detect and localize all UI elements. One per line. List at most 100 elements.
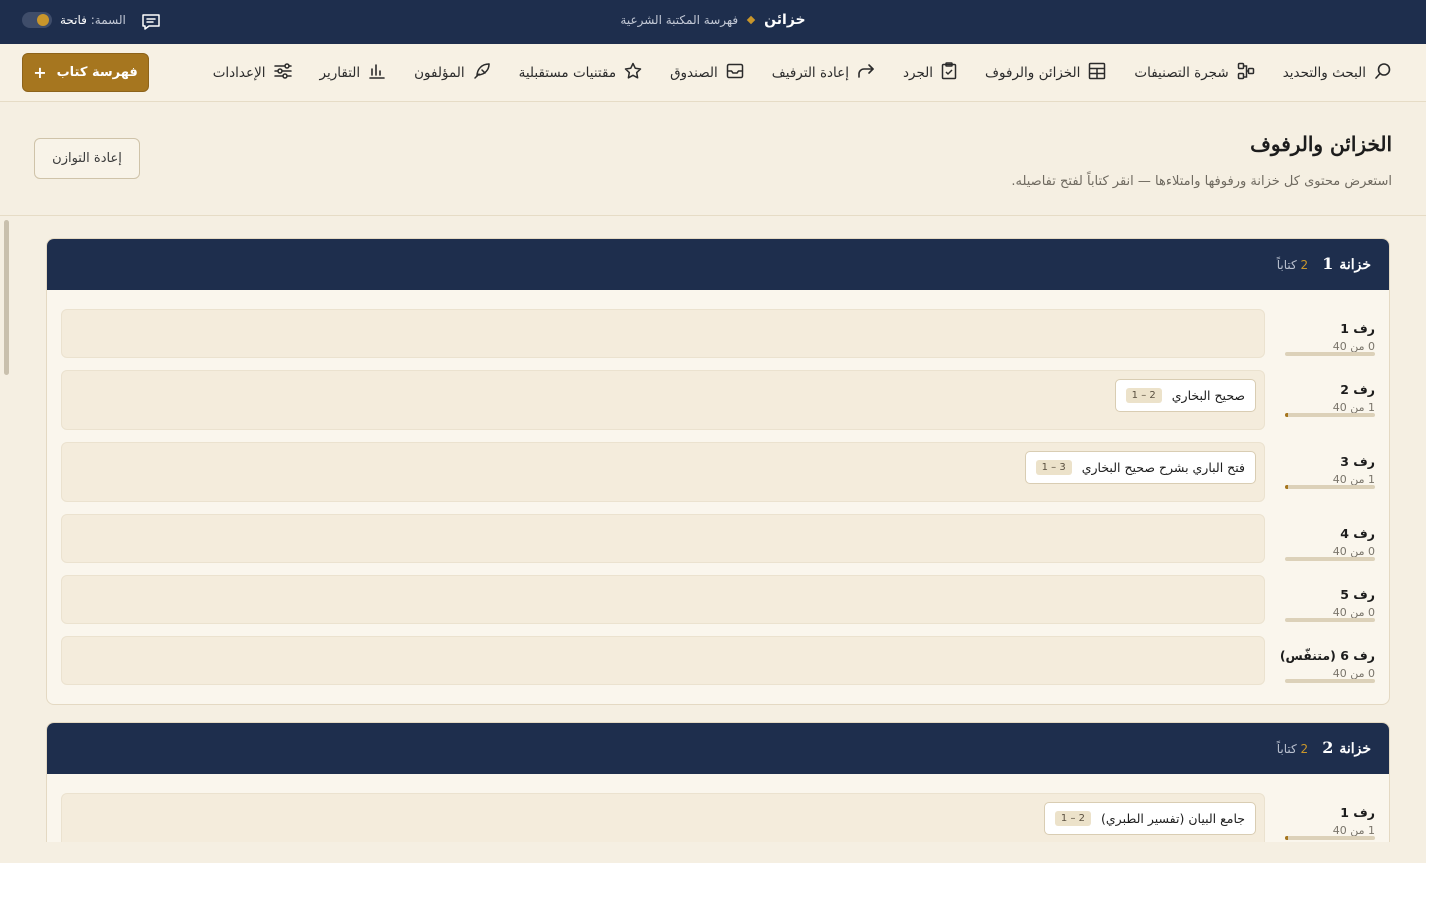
shelf-slot[interactable] (61, 575, 1265, 624)
sliders-icon (273, 63, 292, 83)
cabinet-label: خزانة (1339, 741, 1371, 757)
nav-item-search[interactable]: البحث والتحديد (1283, 62, 1392, 84)
app-title-group: خزائن فهرسة المكتبة الشرعية (0, 12, 1426, 28)
cabinet-header: خزانة 1 2 كتاباً (47, 239, 1389, 290)
shelf-row: صحيح البخاري 1 – 2 رف 2 1 من 40 (61, 370, 1375, 430)
shelf-fill (1285, 836, 1288, 840)
cabinet-label: خزانة (1339, 257, 1371, 273)
theme-value: فاتحة (60, 13, 87, 27)
app-name: خزائن (764, 12, 806, 28)
book-title: صحيح البخاري (1171, 388, 1245, 403)
feedback-icon[interactable] (141, 13, 161, 35)
shelf-fill-bar (1285, 413, 1375, 417)
shelf-row: جامع البيان (تفسير الطبري) 1 – 2 رف 1 1 … (61, 793, 1375, 842)
search-icon (1374, 62, 1392, 84)
cabinet-card: خزانة 1 2 كتاباً رف 1 0 من 40 صحيح البخا… (46, 238, 1390, 705)
shelf-info: رف 2 1 من 40 (1265, 382, 1375, 414)
cabinet-book-count: 2 كتاباً (1276, 742, 1309, 756)
mailbox-icon (726, 63, 744, 83)
app-subtitle: فهرسة المكتبة الشرعية (620, 13, 739, 27)
shelf-name: رف 5 (1340, 587, 1375, 602)
nav-item-label: مقتنيات مستقبلية (518, 65, 617, 81)
book-title: جامع البيان (تفسير الطبري) (1101, 811, 1245, 826)
nav-item-box[interactable]: الصندوق (670, 63, 744, 83)
scrollbar-thumb[interactable] (4, 220, 9, 375)
shelf-slot[interactable] (61, 514, 1265, 563)
nav-item-settings[interactable]: الإعدادات (213, 63, 292, 83)
theme-switch-group[interactable]: السمة: فاتحة (22, 12, 126, 28)
shelf-name: رف 6 (متنفّس) (1279, 648, 1375, 663)
shelf-slot[interactable] (61, 636, 1265, 685)
shelf-info: رف 5 0 من 40 (1265, 587, 1375, 619)
nav-item-reshelving[interactable]: إعادة الترفيف (772, 63, 875, 83)
cabinet-number: 2 (1322, 738, 1334, 757)
nav-item-label: البحث والتحديد (1282, 65, 1366, 81)
nav-item-label: التقارير (319, 65, 361, 81)
book-chip[interactable]: فتح الباري بشرح صحيح البخاري 1 – 3 (1024, 451, 1256, 484)
nav-item-reports[interactable]: التقارير (320, 62, 387, 84)
star-icon (624, 62, 642, 84)
plus-icon: + (33, 63, 47, 82)
nav-item-label: الجرد (902, 65, 934, 81)
nav-item-label: المؤلفون (414, 65, 465, 81)
title-bar: خزائن فهرسة المكتبة الشرعية السمة: فاتحة (0, 0, 1426, 44)
nav-item-future[interactable]: مقتنيات مستقبلية (519, 62, 642, 84)
cabinet-card: خزانة 2 2 كتاباً جامع البيان (تفسير الطب… (46, 722, 1390, 842)
nav-item-cabinets[interactable]: الخزائن والرفوف (985, 62, 1106, 84)
shelf-name: رف 4 (1340, 526, 1375, 541)
shelf-fill-bar (1285, 485, 1375, 489)
book-chip[interactable]: جامع البيان (تفسير الطبري) 1 – 2 (1043, 802, 1256, 835)
shelf-row: فتح الباري بشرح صحيح البخاري 1 – 3 رف 3 … (61, 442, 1375, 502)
nav-item-authors[interactable]: المؤلفون (414, 62, 490, 84)
shelf-info: رف 4 0 من 40 (1265, 526, 1375, 558)
cabinet-title: خزانة 2 2 كتاباً (1277, 738, 1371, 757)
shelf-fill-bar (1285, 618, 1375, 622)
shelf-info: رف 1 0 من 40 (1265, 321, 1375, 353)
nav-item-label: الإعدادات (212, 65, 266, 81)
shelf-slot[interactable]: فتح الباري بشرح صحيح البخاري 1 – 3 (61, 442, 1265, 502)
page-subtitle: استعرض محتوى كل خزانة ورفوفها وامتلاءها … (1011, 174, 1392, 189)
nav-item-label: الصندوق (670, 65, 718, 81)
shelf-slot[interactable]: جامع البيان (تفسير الطبري) 1 – 2 (61, 793, 1265, 842)
book-call-number: 1 – 2 (1054, 811, 1092, 826)
book-call-number: 1 – 3 (1035, 460, 1072, 475)
shelf-name: رف 1 (1340, 321, 1375, 336)
quill-icon (473, 62, 491, 84)
shelf-slot[interactable] (61, 309, 1265, 358)
bar-chart-icon (368, 62, 386, 84)
cabinet-header: خزانة 2 2 كتاباً (47, 723, 1389, 774)
shelf-info: رف 6 (متنفّس) 0 من 40 (1265, 648, 1375, 680)
shelf-fill-bar (1285, 557, 1375, 561)
shelf-fill (1285, 485, 1288, 489)
nav-item-label: إعادة الترفيف (771, 65, 849, 81)
shelf-fill (1285, 413, 1288, 417)
shelf-row: رف 1 0 من 40 (61, 309, 1375, 358)
shelf-fill-bar (1285, 836, 1375, 840)
redo-arrow-icon (857, 63, 875, 83)
shelf-slot[interactable]: صحيح البخاري 1 – 2 (61, 370, 1265, 430)
tree-icon (1237, 62, 1255, 84)
title-separator-dot (746, 15, 756, 25)
shelf-fill-bar (1285, 352, 1375, 356)
rebalance-button[interactable]: إعادة التوازن (34, 138, 140, 179)
nav-item-tree[interactable]: شجرة التصنيفات (1134, 62, 1254, 84)
cabinet-title: خزانة 1 2 كتاباً (1277, 254, 1371, 273)
book-title: فتح الباري بشرح صحيح البخاري (1081, 460, 1245, 475)
shelf-row: رف 4 0 من 40 (61, 514, 1375, 563)
nav-item-inventory[interactable]: الجرد (903, 62, 957, 84)
theme-toggle[interactable] (22, 12, 52, 28)
book-call-number: 1 – 2 (1125, 388, 1162, 403)
book-chip[interactable]: صحيح البخاري 1 – 2 (1114, 379, 1256, 412)
page-title: الخزائن والرفوف (1250, 132, 1392, 156)
add-book-label: فهرسة كتاب (56, 65, 138, 80)
main-nav: البحث والتحديد شجرة التصنيفات الخزائن وا… (0, 44, 1426, 102)
shelf-name: رف 3 (1340, 454, 1375, 469)
nav-item-label: الخزائن والرفوف (985, 65, 1081, 81)
cabinet-number: 1 (1322, 254, 1334, 273)
add-book-button[interactable]: فهرسة كتاب + (22, 53, 149, 92)
cabinets-scroll-area[interactable]: خزانة 1 2 كتاباً رف 1 0 من 40 صحيح البخا… (0, 216, 1426, 842)
shelf-info: رف 1 1 من 40 (1265, 805, 1375, 837)
toggle-knob (37, 14, 49, 26)
shelf-info: رف 3 1 من 40 (1265, 454, 1375, 486)
app-window: خزائن فهرسة المكتبة الشرعية السمة: فاتحة… (0, 0, 1426, 863)
